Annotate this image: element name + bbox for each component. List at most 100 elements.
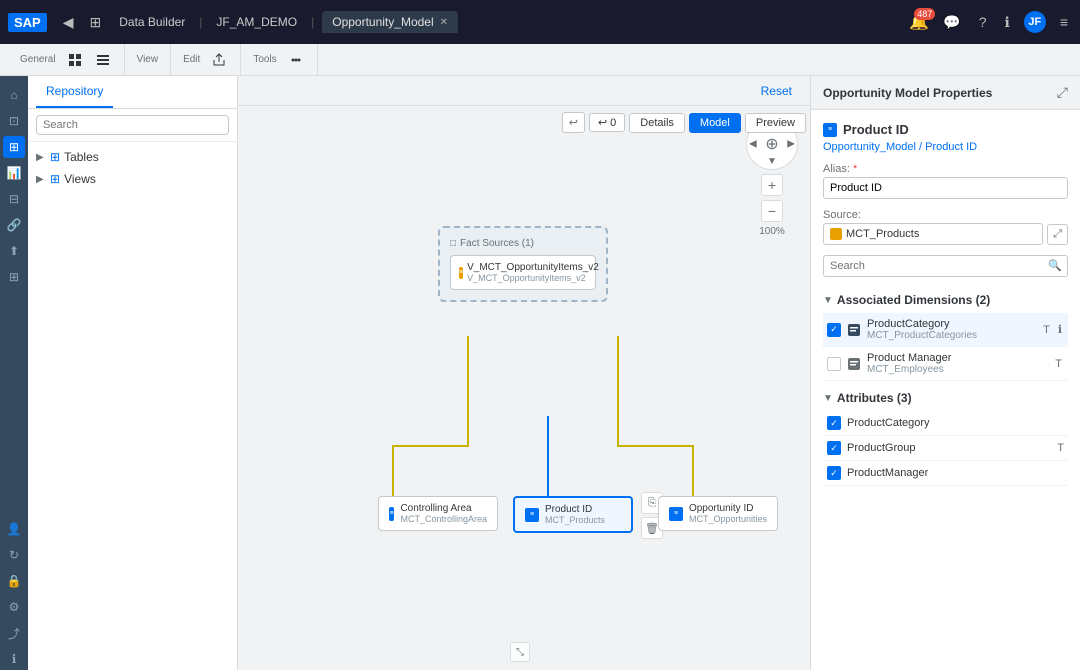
prop-search-input[interactable] [823,255,1068,277]
user-icon[interactable]: 👤 [3,518,25,540]
share-nav-icon[interactable]: ⤴ [3,622,25,644]
tools-group: Tools [241,44,317,75]
share-button[interactable] [206,50,232,70]
product-id-dim[interactable]: ≡ Product ID MCT_Products [513,496,633,533]
search-nav-icon[interactable]: ⊡ [3,110,25,132]
model-view-button[interactable]: Model [689,113,741,133]
opportunity-id-sub: MCT_Opportunities [689,514,767,524]
close-tab-icon[interactable]: ✕ [440,17,448,28]
attr-check-0[interactable]: ✓ [827,416,841,430]
model-tab[interactable]: Opportunity_Model ✕ [322,11,458,33]
history-count-badge: ↩ 0 [589,113,625,132]
diagram-canvas[interactable]: ⊕ ▲ ▼ ◀ ▶ + − 100% [238,106,810,670]
attributes-header[interactable]: ▼ Attributes (3) [823,391,1068,405]
attributes-list: ✓ ProductCategory ✓ ProductGroup T ✓ Pro… [823,411,1068,486]
upload-icon[interactable]: ⬆ [3,240,25,262]
user-avatar[interactable]: JF [1024,11,1046,33]
attr-sort-button-1[interactable]: T [1057,442,1064,454]
entity-title: ≡ Product ID [823,122,1068,137]
preview-view-button[interactable]: Preview [745,113,806,133]
expand-bottom-icon[interactable]: ⤡ [510,642,530,662]
attr-check-2[interactable]: ✓ [827,466,841,480]
fact-node-name: V_MCT_OpportunityItems_v2 [467,262,599,273]
topbar: SAP ◀ ⊞ Data Builder | JF_AM_DEMO | Oppo… [0,0,1080,44]
data-icon[interactable]: ⊟ [3,188,25,210]
alias-label: Alias: * [823,163,1068,175]
assoc-text-0: ProductCategory MCT_ProductCategories [867,318,1035,341]
reset-button[interactable]: Reset [755,82,798,100]
product-id-name: Product ID [545,504,605,515]
opportunity-id-dim[interactable]: ≡ Opportunity ID MCT_Opportunities [658,496,778,531]
assoc-info-button-0[interactable]: ℹ [1056,321,1064,338]
connections-icon[interactable]: 🔗 [3,214,25,236]
menubar: General View Edit Tools [0,44,1080,76]
product-id-node[interactable]: ≡ Product ID MCT_Products ⎘ 🗑 [513,496,633,533]
product-id-sub: MCT_Products [545,515,605,525]
views-chevron-icon: ▶ [36,174,46,185]
chart-icon[interactable]: 📊 [3,162,25,184]
views-tree-item[interactable]: ▶ ⊞ Views [28,168,237,190]
database-icon[interactable]: ⊞ [3,136,25,158]
opportunity-id-node[interactable]: ≡ Opportunity ID MCT_Opportunities [658,496,778,531]
attr-item-1[interactable]: ✓ ProductGroup T [823,436,1068,461]
controlling-area-name: Controlling Area [400,503,487,514]
grid-view-button[interactable] [62,50,88,70]
breadcrumb[interactable]: Opportunity_Model / Product ID [823,141,1068,153]
controlling-area-dim[interactable]: ≡ Controlling Area MCT_ControllingArea [378,496,498,531]
assoc-checkbox-1[interactable] [827,357,841,371]
tables-tree-item[interactable]: ▶ ⊞ Tables [28,146,237,168]
tools-extra-button[interactable] [283,50,309,70]
undo-button[interactable]: ↩ [562,112,585,133]
list-view-button[interactable] [90,50,116,70]
help-icon[interactable]: 💬 [939,10,964,35]
attr-check-1[interactable]: ✓ [827,441,841,455]
opportunity-id-icon: ≡ [669,507,683,521]
alias-input[interactable] [823,177,1068,199]
assoc-dimensions-header[interactable]: ▼ Associated Dimensions (2) [823,293,1068,307]
source-field: MCT_Products [823,223,1043,245]
source-icon [830,228,842,240]
attr-chevron-icon: ▼ [823,393,833,404]
zoom-in-button[interactable]: + [761,174,783,196]
info-icon[interactable]: ℹ [1001,10,1014,35]
assoc-item-1[interactable]: Product Manager MCT_Employees T [823,347,1068,381]
attr-item-2[interactable]: ✓ ProductManager [823,461,1068,486]
notifications-button[interactable]: 🔔 487 [909,12,929,32]
info-nav-icon[interactable]: ℹ [3,648,25,670]
workspace-label[interactable]: JF_AM_DEMO [210,13,303,31]
lock-icon[interactable]: 🔒 [3,570,25,592]
question-icon[interactable]: ? [975,10,991,34]
pan-icon: ⊕ [765,134,778,154]
history-icon: ↩ [598,116,607,129]
attr-item-0[interactable]: ✓ ProductCategory [823,411,1068,436]
repository-tab[interactable]: Repository [36,76,113,108]
settings-icon[interactable]: ⚙ [3,596,25,618]
menu-icon[interactable]: ≡ [1056,10,1072,34]
assoc-checkbox-0[interactable]: ✓ [827,323,841,337]
source-link-button[interactable]: ⤢ [1047,224,1068,245]
refresh-icon[interactable]: ↻ [3,544,25,566]
right-panel-expand-button[interactable]: ⤢ [1057,84,1068,101]
zoom-level-label: 100% [759,226,785,237]
assoc-item-0[interactable]: ✓ ProductCategory MCT_ProductCategories … [823,313,1068,347]
view-group: View [125,44,172,75]
edit-label: Edit [179,54,204,65]
tables-chevron-icon: ▶ [36,152,46,163]
details-view-button[interactable]: Details [629,113,685,133]
prop-search-icon: 🔍 [1048,259,1062,272]
bottom-bar: ⤡ [510,642,530,662]
back-button[interactable]: ◀ [59,10,78,35]
pan-right-icon: ▶ [787,139,795,150]
fact-node[interactable]: ≡ V_MCT_OpportunityItems_v2 V_MCT_Opport… [450,255,596,290]
assoc-sort-button-1[interactable]: T [1053,356,1064,372]
controlling-area-node[interactable]: ≡ Controlling Area MCT_ControllingArea [378,496,498,531]
zoom-out-button[interactable]: − [761,200,783,222]
controlling-area-sub: MCT_ControllingArea [400,514,487,524]
home-icon[interactable]: ⌂ [3,84,25,106]
assoc-sort-button-0[interactable]: T [1041,321,1052,338]
sap-logo: SAP [8,13,47,32]
sidebar-search-input[interactable] [36,115,229,135]
app-switcher-icon[interactable]: ⊞ [86,10,106,35]
grid-icon[interactable]: ⊞ [3,266,25,288]
app-name-label: Data Builder [113,13,191,31]
